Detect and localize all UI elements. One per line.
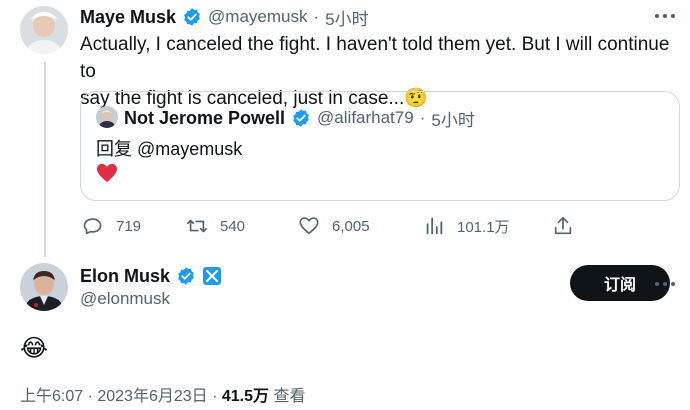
- quote-time: 5小时: [431, 110, 475, 130]
- quote-author-avatar: [96, 106, 118, 128]
- elon-musk-avatar[interactable]: [20, 263, 68, 311]
- reply-icon: [82, 215, 104, 237]
- quote-heart-emoji: [96, 163, 118, 183]
- tweet-author-handle[interactable]: @elonmusk: [80, 289, 170, 309]
- maye-musk-avatar[interactable]: [20, 6, 68, 54]
- tweet-text-line1: Actually, I canceled the fight. I haven'…: [80, 34, 670, 82]
- views-count: 101.1万: [457, 218, 510, 236]
- share-action[interactable]: [552, 215, 586, 237]
- reply-action[interactable]: 719: [82, 215, 141, 237]
- tweet-author-name[interactable]: Elon Musk: [80, 266, 170, 287]
- heart-icon: [298, 215, 320, 237]
- tweet-time[interactable]: 5小时: [325, 5, 368, 30]
- separator-dot: ·: [419, 108, 426, 127]
- view-label: 查看: [269, 388, 306, 405]
- like-action[interactable]: 6,005: [298, 215, 370, 237]
- reply-prefix: 回复: [96, 139, 132, 159]
- tweet-timestamp[interactable]: 上午6:07 · 2023年6月23日 ·: [20, 388, 222, 405]
- quote-author-name: Not Jerome Powell: [124, 107, 286, 128]
- affiliation-badge-icon[interactable]: [202, 266, 222, 286]
- verified-badge-icon: [291, 108, 311, 128]
- quote-reply-line: 回复 @mayemusk: [96, 135, 242, 161]
- reply-count: 719: [116, 217, 142, 235]
- views-action[interactable]: 101.1万: [423, 215, 510, 237]
- more-options-icon[interactable]: [652, 6, 678, 26]
- verified-badge-icon: [176, 266, 196, 286]
- more-options-icon[interactable]: [652, 274, 678, 294]
- tweet-author-name[interactable]: Maye Musk: [80, 7, 176, 28]
- reply-handle: @mayemusk: [137, 139, 243, 159]
- thread-connector-line: [44, 62, 46, 257]
- tweet-meta: 上午6:07 · 2023年6月23日 · 41.5万 查看: [20, 382, 305, 406]
- retweet-action[interactable]: 540: [186, 215, 245, 237]
- analytics-icon: [423, 215, 445, 237]
- like-count: 6,005: [332, 217, 370, 235]
- verified-badge-icon: [182, 7, 202, 27]
- tweet-body-emoji: 😂: [20, 335, 49, 362]
- share-icon: [552, 215, 574, 237]
- view-count[interactable]: 41.5万: [222, 388, 269, 405]
- tweet-author-handle[interactable]: @mayemusk: [208, 7, 307, 27]
- retweet-count: 540: [220, 217, 246, 235]
- separator-dot: ·: [313, 7, 320, 26]
- retweet-icon: [186, 215, 208, 237]
- quote-author-handle: @alifarhat79: [317, 108, 414, 127]
